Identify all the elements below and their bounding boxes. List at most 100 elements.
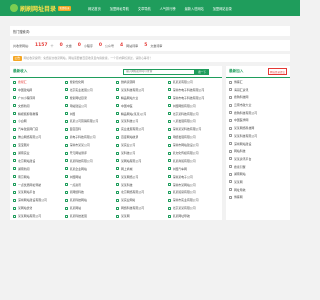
nav-home[interactable]: 网站首页 [88, 6, 101, 11]
site-link[interactable]: 某某公司营销有限公司 [64, 119, 117, 123]
site-link[interactable]: 北京网络有限公司 [116, 190, 168, 194]
site-link[interactable]: 某网站有限公司 [116, 159, 168, 163]
site-link[interactable]: 开元网站测评 [64, 151, 117, 155]
site-link[interactable]: 中国汽车网 [167, 167, 220, 171]
joined-site-link[interactable]: 湖南网站 [229, 172, 287, 176]
site-link[interactable]: 北京某某有限公司 [167, 206, 220, 210]
stat-label-sites: 共收录网站: [13, 43, 30, 48]
joined-site-link[interactable]: 搜购科技网 [229, 95, 287, 99]
joined-site-link[interactable]: 海哥汇资讯 [229, 88, 287, 92]
site-link[interactable]: 深圳某电子公司 [167, 175, 220, 179]
site-link[interactable]: 湖南实业 [13, 151, 65, 155]
site-link[interactable]: 精品网站大全 [116, 96, 168, 100]
site-link[interactable]: 网上商城 [116, 167, 168, 171]
joined-site-link[interactable]: 某某网络科技网 [229, 126, 287, 130]
site-link[interactable]: 某某网址导航 [167, 214, 220, 218]
site-link[interactable]: 某某科技公司 [116, 119, 168, 123]
site-link[interactable]: 某某商贸有限公司 [167, 159, 220, 163]
joined-site-link[interactable]: 搜索引擎 [229, 165, 287, 169]
site-link[interactable]: 某科技公司 [116, 151, 168, 155]
site-link[interactable]: 小白网 [13, 119, 65, 123]
site-link[interactable]: 中国 [64, 112, 117, 116]
site-link[interactable]: 北京网站建设 [13, 159, 65, 163]
site-link[interactable]: 深圳市网站建设公司 [167, 143, 220, 147]
site-link[interactable]: 某某科技有限公司 [116, 88, 168, 92]
site-link[interactable]: 某某科技 [116, 183, 168, 187]
site-link[interactable]: 某文化传媒有限公司 [167, 151, 220, 155]
site-search-button[interactable]: 搜一下 [195, 68, 209, 75]
site-link[interactable]: 某网站优化 [13, 206, 65, 210]
joined-site-link[interactable]: 深圳网站建设 [229, 142, 287, 146]
site-link[interactable]: 某某科技有限公司 [64, 159, 117, 163]
joined-site-link[interactable]: 某某科技有限公司 [229, 134, 287, 138]
site-link[interactable]: 广州小程序网 [13, 96, 65, 100]
site-link[interactable]: 某某网站平台 [13, 190, 65, 194]
site-link[interactable]: 深圳市实业有限公司 [167, 198, 220, 202]
site-link[interactable]: 八某发展有限公司 [167, 119, 220, 123]
site-link[interactable]: 一点资讯 [64, 183, 117, 187]
site-link[interactable]: 百度百科 [64, 127, 117, 131]
site-link[interactable]: 一点优质网址导航 [13, 183, 65, 187]
site-link[interactable]: 某实业公司 [116, 143, 168, 147]
joined-site-link[interactable]: 云南市政大全 [229, 103, 287, 107]
site-link[interactable]: 搜帮汇 [13, 80, 65, 84]
site-link[interactable]: 深圳某某科技有限公司 [167, 127, 220, 131]
site-link[interactable]: 某某科技发展 [64, 214, 117, 218]
site-logo[interactable]: 刷刷网址目录 免费收录 [10, 4, 72, 13]
site-search-input[interactable] [123, 68, 196, 75]
site-link[interactable]: 汽车改装网门店 [13, 127, 65, 131]
joined-site-link[interactable]: 网站科技 [229, 149, 287, 153]
site-link[interactable]: 中国建站网 [13, 88, 65, 92]
site-link[interactable]: 网络科技有限公司 [116, 206, 168, 210]
site-link[interactable]: 深圳市某某公司 [64, 143, 117, 147]
site-link[interactable]: 网络发展有限公司 [167, 135, 220, 139]
site-link[interactable]: 文旅新闻 [13, 104, 65, 108]
site-link[interactable]: 深圳市电子科技有限公司 [167, 96, 220, 100]
site-link[interactable]: 微商货源网 [116, 80, 168, 84]
site-link[interactable]: 某某某有限公司 [167, 80, 220, 84]
site-link[interactable]: 某某网站有限公司 [13, 214, 65, 218]
site-link[interactable]: 精品网站(某某)公司 [116, 112, 168, 116]
site-link[interactable]: 北京某科技有限公司 [167, 112, 220, 116]
site-link[interactable]: 网站建设公司 [64, 104, 117, 108]
site-link[interactable]: 北京实业发展公司 [64, 88, 117, 92]
site-link[interactable]: 南京网站 [13, 175, 65, 179]
site-link[interactable]: 精视频剪辑教程 [13, 112, 65, 116]
site-link[interactable]: 某某贸易有限公司 [167, 190, 220, 194]
site-link[interactable]: 某某网站 [64, 206, 117, 210]
site-link[interactable]: 深圳网站建设有限公司 [13, 198, 65, 202]
site-link[interactable]: 某网络科技 [64, 190, 117, 194]
site-link[interactable]: 深圳市某网站公司 [167, 183, 220, 187]
site-link[interactable]: 中国网络有限公司 [167, 104, 220, 108]
site-link[interactable]: 某某网 [116, 214, 168, 218]
joined-site-link[interactable]: 中国医学网 [229, 118, 287, 122]
site-link[interactable]: 中国中医 [116, 104, 168, 108]
site-link[interactable]: 搜索优化网 [64, 80, 117, 84]
joined-site-link[interactable]: 某某资讯平台 [229, 157, 287, 161]
nav-ranking[interactable]: 人气排行榜 [160, 6, 176, 11]
nav-latest[interactable]: 最新入驻网站 [185, 6, 204, 11]
submit-site-link[interactable]: 网址目录提交 [267, 68, 287, 75]
site-link[interactable]: 某实业网站 [116, 198, 168, 202]
site-link[interactable]: 中国网站 [64, 175, 117, 179]
site-link[interactable]: 某某科技网站 [64, 198, 117, 202]
joined-site-link[interactable]: 搜购科技有限公司 [229, 111, 287, 115]
joined-site-link[interactable]: 某某网 [229, 180, 287, 184]
site-link[interactable]: 湖南新闻 [13, 167, 65, 171]
site-link[interactable]: 搜索网址目录 [64, 96, 117, 100]
site-link[interactable]: 某某网络公司 [116, 175, 168, 179]
joined-site-link[interactable]: 博客网 [229, 195, 287, 199]
site-link[interactable]: 佛山网络有限公司 [13, 135, 65, 139]
nav-join[interactable]: 加盟网址导航 [110, 6, 129, 11]
nav-directory[interactable]: 加盟网站目录 [213, 6, 232, 11]
site-link[interactable]: 某某企业网站 [64, 167, 117, 171]
site-link[interactable]: 宝宝图片 [13, 143, 65, 147]
site-link[interactable]: 某电子科技有限公司 [64, 135, 117, 139]
joined-site-link[interactable]: 博客汇 [229, 80, 287, 84]
site-link[interactable]: 实业发展有限公司 [116, 127, 168, 131]
site-link[interactable]: 百度网站收录 [116, 135, 168, 139]
site-link[interactable]: 深圳市电子科技有限公司 [167, 88, 220, 92]
nav-articles[interactable]: 文章导航 [138, 6, 151, 11]
site-favicon-icon [64, 190, 68, 194]
joined-site-link[interactable]: 网址导航 [229, 188, 287, 192]
